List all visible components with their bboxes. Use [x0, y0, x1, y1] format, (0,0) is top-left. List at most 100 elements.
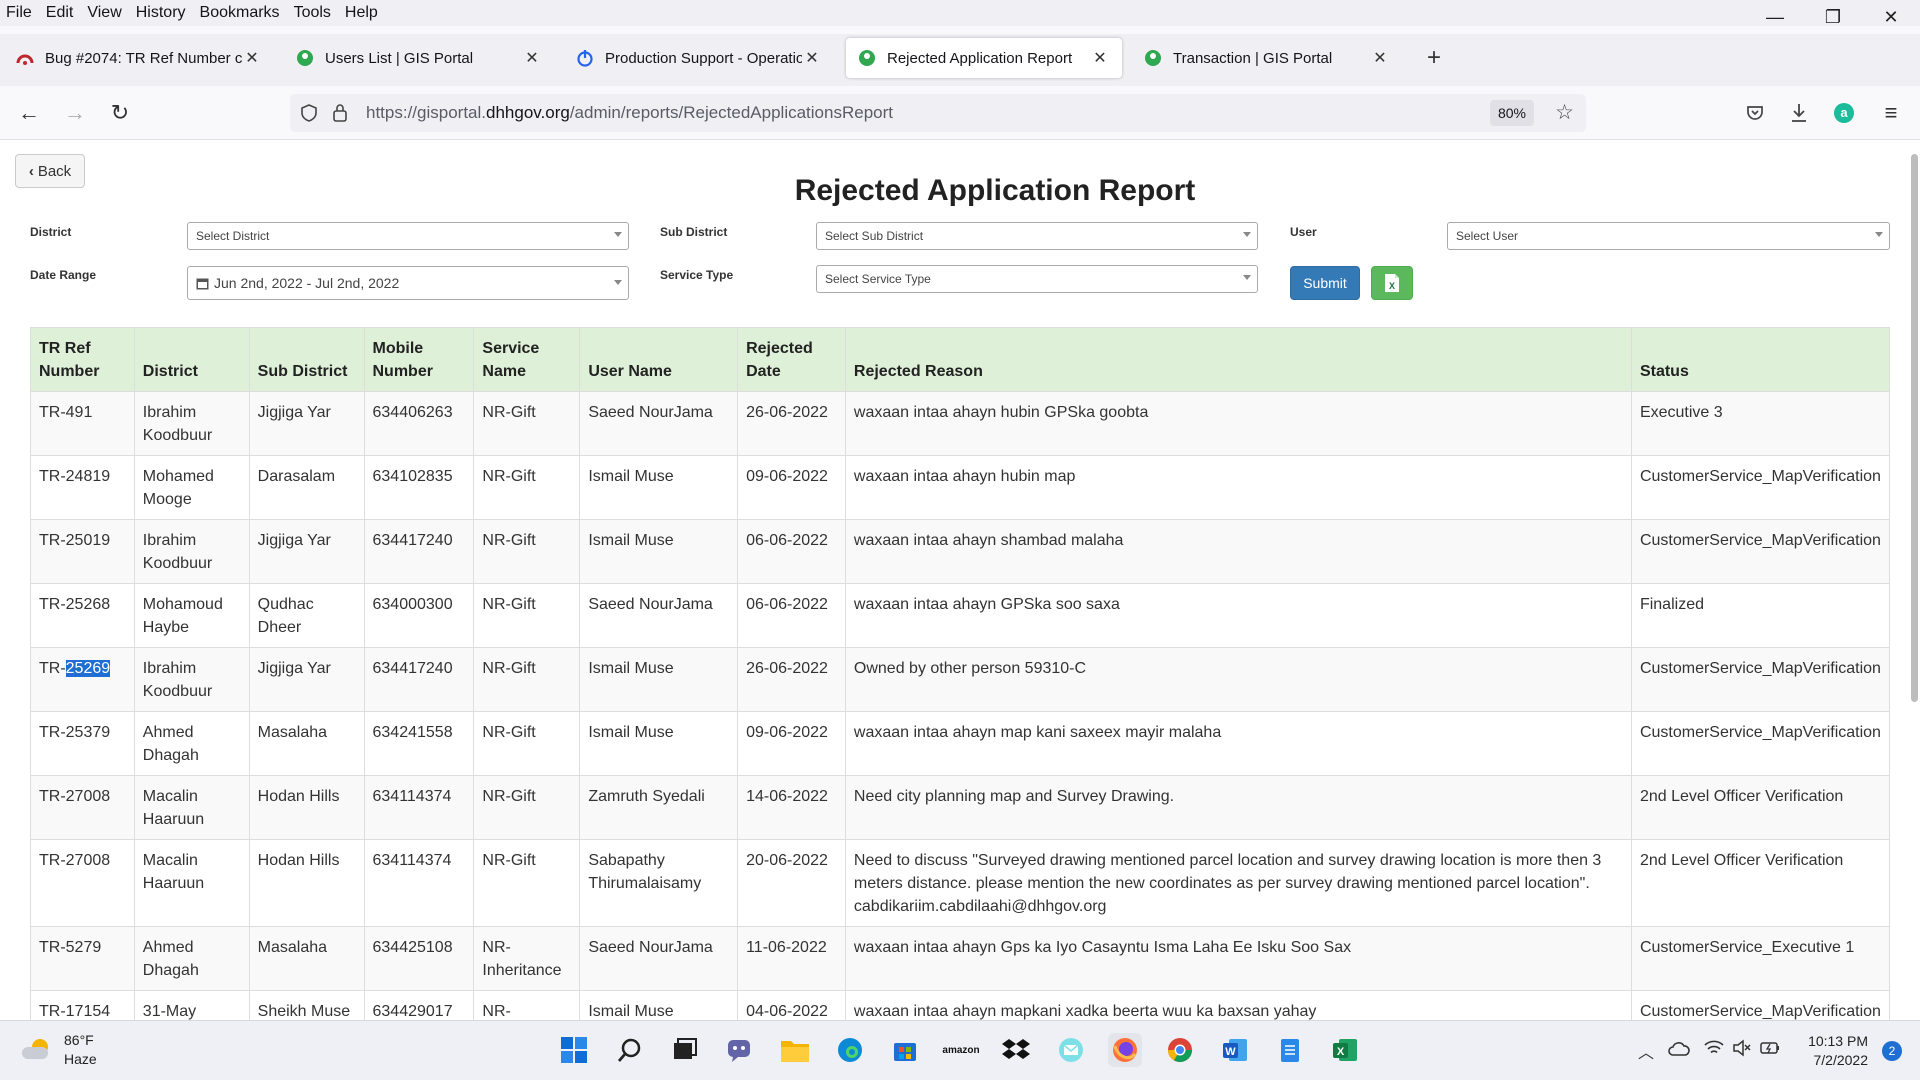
sub-district-cell: Hodan Hills — [248, 839, 365, 927]
service-name-cell: NR-Gift — [473, 839, 581, 927]
firefox-icon[interactable] — [1108, 1033, 1142, 1067]
table-row[interactable]: TR-491 Ibrahim Koodbuur Jigjiga Yar 6344062… — [30, 391, 1891, 456]
subdistrict-select[interactable]: Select Sub District — [816, 222, 1258, 250]
menu-history[interactable]: History — [129, 4, 193, 22]
table-row[interactable]: TR-1715431-MaySheikh Muse Duale634429017… — [30, 990, 1891, 1020]
table-row[interactable]: TR-27008 Macalin Haaruun Hodan Hills 634114… — [30, 775, 1891, 840]
forward-arrow-icon[interactable]: → — [60, 98, 90, 128]
onedrive-icon[interactable] — [1668, 1041, 1690, 1057]
table-row[interactable]: TR-24819 Mohamed Mooge Darasalam 634102835 N… — [30, 455, 1891, 520]
minimize-button[interactable]: — — [1746, 0, 1804, 34]
district-select[interactable]: Select District — [187, 222, 629, 250]
shield-icon[interactable] — [300, 104, 318, 122]
lock-icon[interactable] — [332, 103, 348, 122]
col-tr-ref-number[interactable]: TR Ref Number — [30, 327, 135, 392]
gis-portal-icon — [859, 50, 875, 66]
menu-bar: File Edit View History Bookmarks Tools H… — [0, 0, 1920, 26]
table-row[interactable]: TR-27008 Macalin Haaruun Hodan Hills 634114… — [30, 839, 1891, 927]
close-tab-icon[interactable]: ✕ — [522, 48, 542, 68]
date-range-picker[interactable]: Jun 2nd, 2022 - Jul 2nd, 2022 — [187, 266, 629, 300]
col-sub-district[interactable]: Sub District — [248, 327, 365, 392]
account-avatar-icon[interactable]: a — [1833, 102, 1855, 124]
dropbox-icon[interactable] — [999, 1033, 1033, 1067]
table-row[interactable]: TR-25269 Ibrahim Koodbuur Jigjiga Yar 63441… — [30, 647, 1891, 712]
word-icon[interactable]: W — [1218, 1033, 1252, 1067]
status-cell: CustomerService_MapVerification — [1630, 647, 1891, 712]
col-user-name[interactable]: User Name — [579, 327, 739, 392]
menu-bookmarks[interactable]: Bookmarks — [193, 4, 287, 22]
new-tab-button[interactable]: + — [1418, 42, 1450, 74]
rejected-reason-cell: Owned by other person 59310-C — [844, 647, 1632, 712]
close-tab-icon[interactable]: ✕ — [1090, 48, 1110, 68]
service-name-cell: NR-Gift — [473, 647, 581, 712]
col-rejected-reason[interactable]: Rejected Reason — [844, 327, 1632, 392]
restore-button[interactable]: ❐ — [1804, 0, 1862, 34]
export-excel-button[interactable]: X — [1371, 266, 1413, 300]
wifi-icon[interactable] — [1704, 1039, 1724, 1057]
table-row[interactable]: TR-25268 Mohamoud Haybe Qudhac Dheer 634000… — [30, 583, 1891, 648]
notepad-icon[interactable] — [1273, 1033, 1307, 1067]
tab-users-list[interactable]: Users List | GIS Portal ✕ — [284, 38, 554, 78]
col-rejected-date[interactable]: Rejected Date — [737, 327, 846, 392]
url-text[interactable]: https://gisportal.dhhgov.org/admin/repor… — [366, 103, 893, 123]
col-service-name[interactable]: Service Name — [473, 327, 581, 392]
col-district[interactable]: District — [133, 327, 250, 392]
back-arrow-icon[interactable]: ← — [14, 98, 44, 128]
tab-bug-2074[interactable]: Bug #2074: TR Ref Number capt ✕ — [4, 38, 274, 78]
menu-edit[interactable]: Edit — [39, 4, 81, 22]
download-icon[interactable] — [1789, 102, 1809, 124]
close-window-button[interactable]: ✕ — [1862, 0, 1920, 34]
user-select[interactable]: Select User — [1447, 222, 1890, 250]
system-clock[interactable]: 10:13 PM 7/2/2022 — [1808, 1032, 1868, 1070]
col-status[interactable]: Status — [1630, 327, 1891, 392]
close-tab-icon[interactable]: ✕ — [1370, 48, 1390, 68]
menu-file[interactable]: File — [0, 4, 39, 22]
menu-tools[interactable]: Tools — [287, 4, 338, 22]
sub-district-cell: Hodan Hills — [248, 775, 365, 840]
notification-badge[interactable]: 2 — [1882, 1041, 1902, 1061]
zoom-level[interactable]: 80% — [1489, 100, 1534, 126]
service-name-cell: NR-Gift — [473, 519, 581, 584]
tab-rejected-application-report[interactable]: Rejected Application Report ✕ — [846, 38, 1122, 78]
speaker-muted-icon[interactable] — [1732, 1039, 1752, 1057]
url-bar[interactable]: https://gisportal.dhhgov.org/admin/repor… — [290, 94, 1586, 132]
sub-district-cell: Jigjiga Yar — [248, 391, 365, 456]
weather-widget[interactable]: 86°F Haze — [22, 1031, 97, 1069]
edge-browser-icon[interactable] — [833, 1033, 867, 1067]
table-row[interactable]: TR-25379 Ahmed Dhagah Masalaha 634241558 NR-… — [30, 711, 1891, 776]
bookmark-star-icon[interactable]: ☆ — [1555, 100, 1574, 125]
tr-ref-cell: TR-27008 — [30, 839, 135, 927]
table-row[interactable]: TR-25019 Ibrahim Koodbuur Jigjiga Yar 63441… — [30, 519, 1891, 584]
chrome-icon[interactable] — [1163, 1033, 1197, 1067]
tab-transaction[interactable]: Transaction | GIS Portal ✕ — [1132, 38, 1402, 78]
windows-start-icon[interactable] — [557, 1033, 591, 1067]
amazon-icon[interactable]: amazon — [942, 1033, 979, 1067]
tab-production-support[interactable]: Production Support - Operation ✕ — [564, 38, 834, 78]
hamburger-menu-icon[interactable]: ≡ — [1876, 98, 1906, 128]
excel-taskbar-icon[interactable]: X — [1328, 1033, 1362, 1067]
col-mobile-number[interactable]: Mobile Number — [363, 327, 475, 392]
pocket-icon[interactable] — [1745, 103, 1765, 123]
scrollbar-thumb[interactable] — [1911, 154, 1918, 702]
menu-view[interactable]: View — [80, 4, 128, 22]
rejected-reason-cell: waxaan intaa ahayn hubin GPSka goobta — [844, 391, 1632, 456]
search-icon[interactable] — [613, 1033, 647, 1067]
haze-weather-icon — [22, 1039, 52, 1061]
rejected-date-cell: 06-06-2022 — [737, 583, 846, 648]
close-tab-icon[interactable]: ✕ — [242, 48, 262, 68]
service-type-select[interactable]: Select Service Type — [816, 265, 1258, 293]
chevron-up-icon[interactable]: ︿ — [1638, 1039, 1654, 1063]
file-explorer-icon[interactable] — [778, 1033, 812, 1067]
table-row[interactable]: TR-5279 Ahmed Dhagah Masalaha 634425108 NR-I… — [30, 926, 1891, 991]
teams-chat-icon[interactable] — [722, 1033, 756, 1067]
microsoft-store-icon[interactable] — [888, 1033, 922, 1067]
battery-icon[interactable] — [1760, 1040, 1780, 1056]
district-cell: Mohamed Mooge — [133, 455, 250, 520]
submit-button[interactable]: Submit — [1290, 266, 1360, 300]
reload-icon[interactable]: ↻ — [105, 98, 135, 128]
close-tab-icon[interactable]: ✕ — [802, 48, 822, 68]
mail-app-icon[interactable] — [1054, 1033, 1088, 1067]
menu-help[interactable]: Help — [338, 4, 385, 22]
user-name-cell: Saeed NourJama — [579, 391, 739, 456]
task-view-icon[interactable] — [668, 1033, 702, 1067]
